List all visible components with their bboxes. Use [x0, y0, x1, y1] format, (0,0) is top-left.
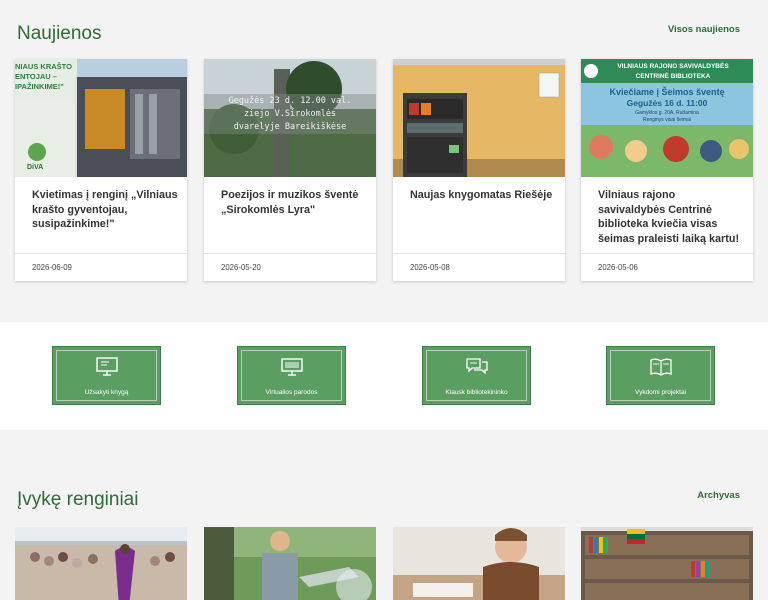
monitor-icon: [281, 358, 303, 376]
card-image-text: DiVA: [27, 164, 43, 171]
news-card-date: 2026-05-08: [410, 263, 450, 272]
card-image-text: VILNIAUS RAJONO SAVIVALDYBĖS: [617, 62, 729, 70]
chat-bubbles-icon: [466, 358, 488, 375]
card-image-text: Gegužės 16 d. 11:00: [627, 98, 708, 108]
news-card-image[interactable]: [393, 59, 565, 177]
divider: [581, 253, 753, 254]
quick-link-label: Virtualios parodos: [265, 389, 318, 396]
card-image-text: Gegužės 23 d. 12.00 val.: [229, 96, 352, 106]
events-heading: Įvykę renginiai: [17, 489, 139, 510]
card-image-text: dvarelyje Bareikiškėse: [234, 121, 347, 132]
quick-links-section: Užsakyti knygą Virtualios parodos Klausk…: [0, 322, 768, 430]
news-card-image[interactable]: NIAUS KRAŠTO ENTOJAU – IPAŽINKIME!" DiVA: [15, 59, 187, 177]
divider: [393, 253, 565, 254]
news-card-title[interactable]: Vilniaus rajono savivaldybės Centrinė bi…: [598, 188, 744, 246]
quick-link-order-book[interactable]: Užsakyti knygą: [52, 346, 161, 405]
open-book-icon: [650, 358, 672, 376]
event-card-image[interactable]: [15, 527, 187, 600]
news-card-title[interactable]: Poezijos ir muzikos šventė „Sirokomlės L…: [221, 188, 367, 217]
all-news-link[interactable]: Visos naujienos: [668, 24, 740, 35]
quick-link-label: Užsakyti knygą: [84, 389, 129, 396]
card-image-text: Kviečiame į Šeimos šventę: [609, 86, 724, 97]
card-image-text: ENTOJAU –: [15, 72, 57, 81]
news-card-title[interactable]: Kvietimas į renginį „Vilniaus krašto gyv…: [32, 188, 178, 232]
quick-link-label: Vykdomi projektai: [634, 389, 687, 396]
event-card-image[interactable]: [581, 527, 753, 600]
news-card-image[interactable]: Gegužės 23 d. 12.00 val. ziejo V.Sirokom…: [204, 59, 376, 177]
card-image-text: Renginys visai šeimai: [643, 117, 691, 123]
card-image-text: NIAUS KRAŠTO: [15, 62, 72, 71]
news-card-title[interactable]: Naujas knygomatas Riešėje: [410, 188, 556, 203]
card-image-text: CENTRINĖ BIBLIOTEKA: [636, 72, 711, 80]
archive-link[interactable]: Archyvas: [697, 490, 740, 501]
card-image-text: ziejo V.Sirokomlės: [244, 109, 336, 119]
news-card-date: 2026-06-09: [32, 263, 72, 272]
quick-link-projects[interactable]: Vykdomi projektai: [606, 346, 715, 405]
quick-link-ask-librarian[interactable]: Klausk bibliotekininko: [422, 346, 531, 405]
quick-link-virtual-exhibitions[interactable]: Virtualios parodos: [237, 346, 346, 405]
news-section: Naujienos Visos naujienos NIAUS KRAŠTO E…: [0, 0, 768, 322]
quick-link-label: Klausk bibliotekininko: [445, 389, 508, 396]
news-card-date: 2026-05-20: [221, 263, 261, 272]
divider: [204, 253, 376, 254]
news-heading: Naujienos: [17, 23, 102, 44]
news-card[interactable]: VILNIAUS RAJONO SAVIVALDYBĖS CENTRINĖ BI…: [581, 59, 753, 281]
event-card-image[interactable]: [204, 527, 376, 600]
news-card[interactable]: NIAUS KRAŠTO ENTOJAU – IPAŽINKIME!" DiVA…: [15, 59, 187, 281]
news-card[interactable]: Naujas knygomatas Riešėje 2026-05-08: [393, 59, 565, 281]
divider: [15, 253, 187, 254]
news-card-date: 2026-05-06: [598, 263, 638, 272]
news-card-image[interactable]: VILNIAUS RAJONO SAVIVALDYBĖS CENTRINĖ BI…: [581, 59, 753, 177]
news-card[interactable]: Gegužės 23 d. 12.00 val. ziejo V.Sirokom…: [204, 59, 376, 281]
event-card-image[interactable]: [393, 527, 565, 600]
card-image-text: IPAŽINKIME!": [15, 82, 64, 91]
computer-book-icon: [96, 357, 118, 376]
card-image-text: Gamyklos g. 20A, Rudamina: [635, 110, 699, 116]
events-section: Įvykę renginiai Archyvas: [0, 452, 768, 600]
